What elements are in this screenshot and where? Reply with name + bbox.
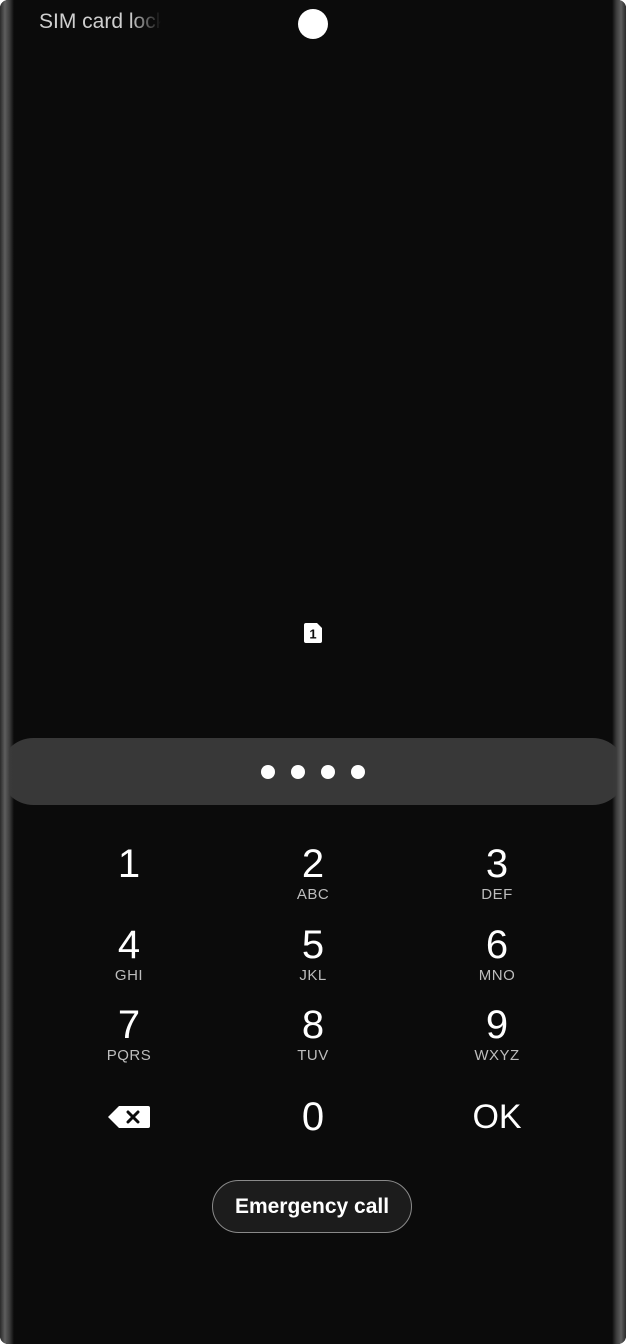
camera-cutout-icon: [298, 9, 328, 39]
key-digit: 7: [117, 1003, 141, 1047]
lock-screen: SIM card locked 1 1 2 ABC 3 DEF 4 GHI 5 …: [0, 0, 626, 1344]
key-3[interactable]: 3 DEF: [422, 842, 572, 912]
key-digit: 9: [485, 1003, 509, 1047]
key-4[interactable]: 4 GHI: [54, 923, 204, 993]
key-letters: GHI: [114, 967, 144, 984]
key-letters: JKL: [299, 967, 327, 984]
key-digit: 2: [301, 842, 325, 886]
sim-slot-number: 1: [309, 627, 316, 642]
pin-dot: [351, 764, 365, 779]
ok-button[interactable]: OK: [422, 1092, 572, 1142]
key-0[interactable]: 0: [238, 1092, 388, 1142]
key-digit: 3: [485, 842, 509, 886]
key-digit: 6: [485, 923, 509, 967]
device-edge-right: [612, 0, 626, 1344]
key-6[interactable]: 6 MNO: [422, 923, 572, 993]
key-8[interactable]: 8 TUV: [238, 1003, 388, 1073]
pin-dot: [291, 764, 305, 779]
key-digit: 4: [117, 923, 141, 967]
key-letters: ABC: [296, 886, 330, 903]
key-digit: 0: [301, 1095, 325, 1139]
emergency-call-button[interactable]: Emergency call: [212, 1180, 412, 1233]
pin-dots: [261, 764, 365, 779]
sim-card-icon: 1: [304, 623, 322, 643]
key-letters: WXYZ: [474, 1047, 520, 1064]
key-9[interactable]: 9 WXYZ: [422, 1003, 572, 1073]
ok-label: OK: [472, 1098, 522, 1136]
sim-locked-title: SIM card locked: [39, 10, 161, 33]
key-digit: 5: [301, 923, 325, 967]
key-letters: DEF: [481, 886, 513, 903]
device-edge-left: [0, 0, 14, 1344]
key-2[interactable]: 2 ABC: [238, 842, 388, 912]
key-letters: TUV: [297, 1047, 329, 1064]
key-7[interactable]: 7 PQRS: [54, 1003, 204, 1073]
pin-dot: [261, 764, 275, 779]
backspace-icon: [108, 1106, 150, 1128]
key-letters: PQRS: [106, 1047, 152, 1064]
pin-dot: [321, 764, 335, 779]
key-letters: MNO: [478, 967, 516, 984]
key-digit: 1: [117, 842, 141, 886]
key-1[interactable]: 1: [54, 842, 204, 912]
key-5[interactable]: 5 JKL: [238, 923, 388, 993]
pin-entry-field[interactable]: [0, 738, 626, 805]
key-digit: 8: [301, 1003, 325, 1047]
backspace-button[interactable]: [54, 1092, 204, 1142]
